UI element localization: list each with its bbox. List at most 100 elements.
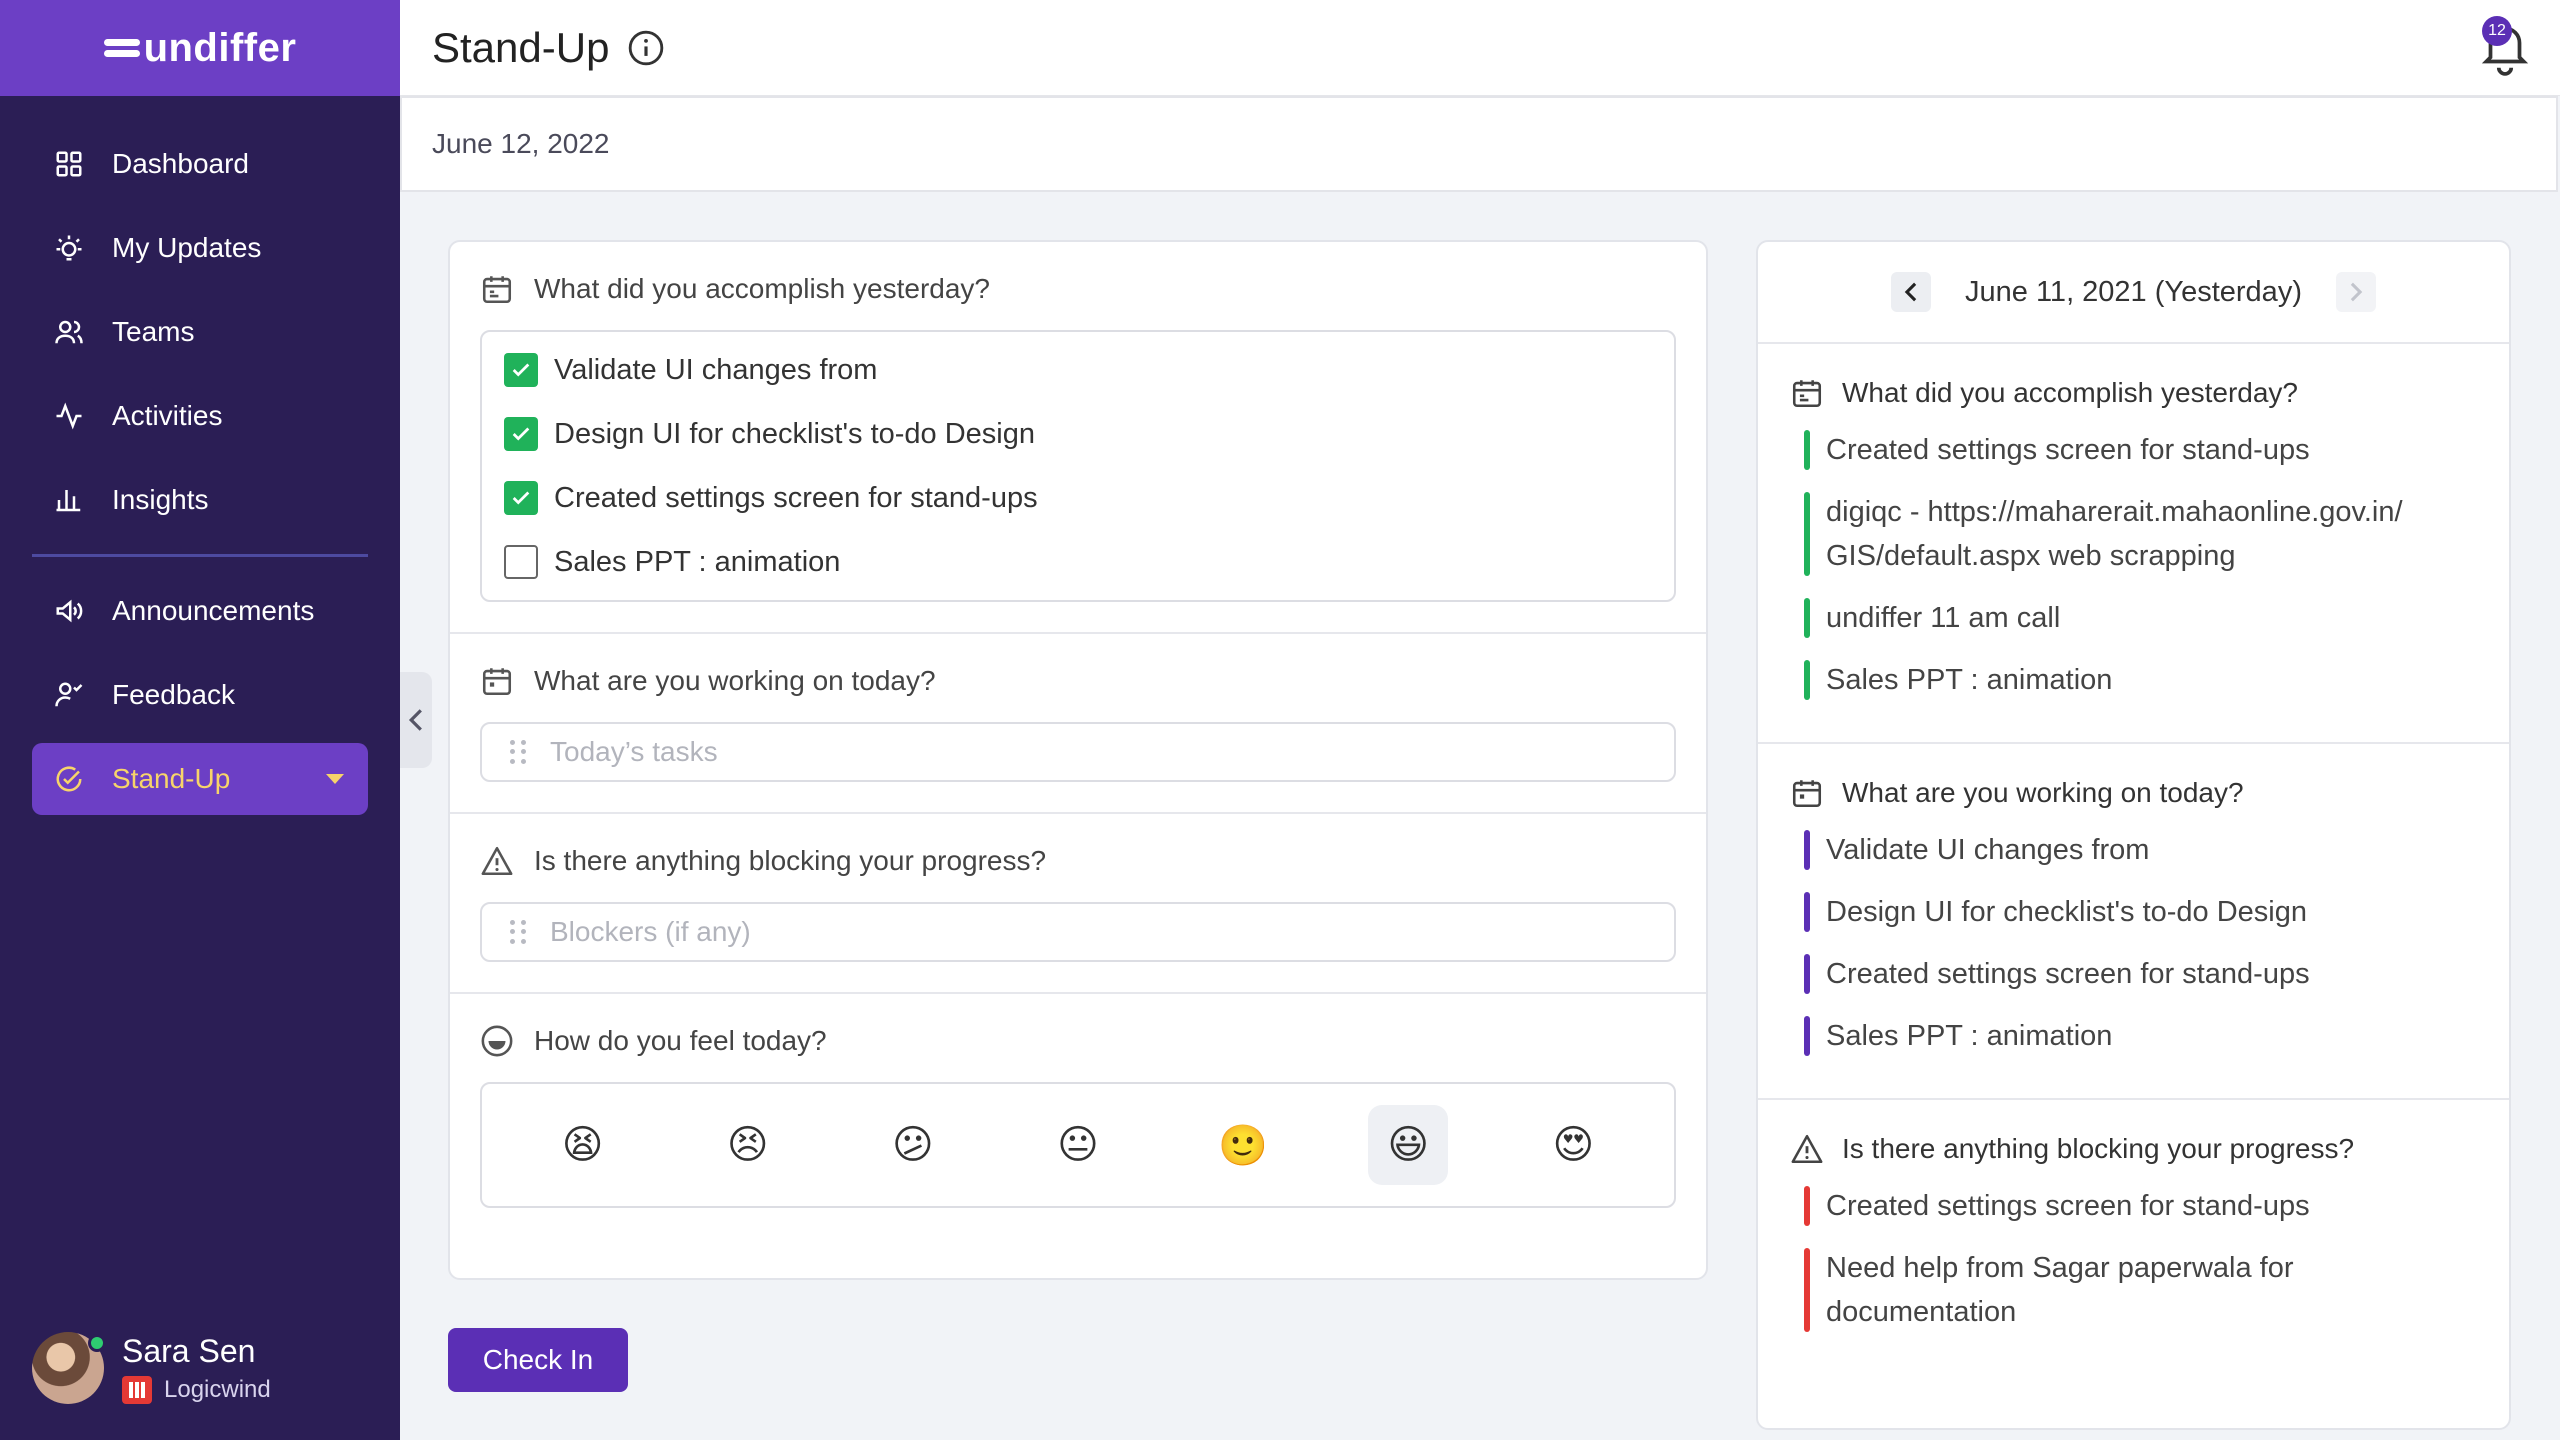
checkbox-unchecked[interactable] bbox=[504, 545, 538, 579]
info-icon[interactable] bbox=[627, 29, 665, 67]
question-label: Is there anything blocking your progress… bbox=[534, 845, 1047, 876]
checklist-item[interactable]: Design UI for checklist's to-do Design bbox=[504, 402, 1652, 466]
sidebar-item-announcements[interactable]: Announcements bbox=[32, 575, 368, 647]
history-item: Validate UI changes from bbox=[1790, 828, 2477, 872]
check-in-button[interactable]: Check In bbox=[448, 1328, 628, 1392]
yesterday-checklist: Validate UI changes from Design UI for c… bbox=[480, 330, 1676, 602]
bar-chart-icon bbox=[52, 483, 86, 517]
sidebar-item-label: Insights bbox=[112, 484, 209, 515]
drag-handle-icon[interactable] bbox=[510, 920, 526, 944]
mood-option[interactable]: 😐 bbox=[1038, 1105, 1118, 1185]
mood-option[interactable]: 😍 bbox=[1533, 1105, 1613, 1185]
question-blockers: Is there anything blocking your progress… bbox=[480, 844, 1676, 878]
calendar-icon bbox=[482, 276, 512, 304]
drag-handle-icon[interactable] bbox=[510, 740, 526, 764]
user-org: Logicwind bbox=[122, 1375, 271, 1404]
checklist-item[interactable]: Sales PPT : animation bbox=[504, 530, 1652, 594]
user-profile[interactable]: Sara Sen Logicwind bbox=[32, 1332, 271, 1404]
checklist-item[interactable]: Created settings screen for stand-ups bbox=[504, 466, 1652, 530]
checklist-item-label: Sales PPT : animation bbox=[554, 545, 841, 578]
sidebar-item-activities[interactable]: Activities bbox=[32, 380, 368, 452]
history-item: Design UI for checklist's to-do Design bbox=[1790, 890, 2477, 934]
chevron-right-icon bbox=[2350, 282, 2363, 302]
user-info: Sara Sen Logicwind bbox=[122, 1333, 271, 1404]
checklist-item[interactable]: Validate UI changes from bbox=[504, 338, 1652, 402]
next-day-button[interactable] bbox=[2335, 272, 2376, 312]
sidebar-item-label: Teams bbox=[112, 316, 195, 347]
history-item: Sales PPT : animation bbox=[1790, 658, 2477, 702]
checklist-item-label: Validate UI changes from bbox=[554, 353, 878, 386]
history-question-label: What did you accomplish yesterday? bbox=[1842, 377, 2298, 408]
question-today: What are you working on today? bbox=[480, 664, 1676, 698]
mood-option[interactable]: 😣 bbox=[708, 1105, 788, 1185]
history-item: digiqc - https://maharerait.mahaonline.g… bbox=[1790, 490, 2477, 578]
question-label: What did you accomplish yesterday? bbox=[534, 273, 990, 304]
chevron-left-icon bbox=[1904, 282, 1917, 302]
blockers-input[interactable]: Blockers (if any) bbox=[480, 902, 1676, 962]
history-question: What did you accomplish yesterday? bbox=[1790, 376, 2477, 410]
topbar: Stand-Up 12 bbox=[400, 0, 2560, 96]
sidebar-item-label: Feedback bbox=[112, 679, 235, 710]
bulb-icon bbox=[52, 231, 86, 265]
logo-mark-icon bbox=[103, 37, 140, 59]
grid-icon bbox=[52, 147, 86, 181]
sidebar-item-label: Dashboard bbox=[112, 148, 249, 179]
sidebar-item-stand-up[interactable]: Stand-Up bbox=[32, 743, 368, 815]
megaphone-icon bbox=[52, 594, 86, 628]
blockers-placeholder: Blockers (if any) bbox=[550, 916, 751, 947]
online-status-icon bbox=[88, 1334, 106, 1352]
activity-icon bbox=[52, 399, 86, 433]
question-feel: How do you feel today? bbox=[480, 1024, 1676, 1058]
user-name: Sara Sen bbox=[122, 1332, 256, 1369]
history-question: Is there anything blocking your progress… bbox=[1790, 1132, 2477, 1166]
history-question-label: Is there anything blocking your progress… bbox=[1842, 1133, 2355, 1164]
smile-icon bbox=[481, 1025, 513, 1057]
sidebar-item-my-updates[interactable]: My Updates bbox=[32, 212, 368, 284]
calendar-icon bbox=[1792, 380, 1822, 408]
org-logo-icon bbox=[122, 1375, 152, 1404]
mood-option[interactable]: 😫 bbox=[543, 1105, 623, 1185]
brand-logo[interactable]: undiffer bbox=[0, 0, 400, 96]
check-circle-icon bbox=[52, 762, 86, 796]
warning-icon bbox=[1791, 1134, 1823, 1164]
caret-down-icon[interactable] bbox=[326, 774, 344, 784]
section-blockers: Is there anything blocking your progress… bbox=[450, 814, 1706, 994]
today-tasks-input[interactable]: Today’s tasks bbox=[480, 722, 1676, 782]
sidebar-nav: Dashboard My Updates Teams Activities In… bbox=[0, 96, 400, 815]
checkbox-checked[interactable] bbox=[504, 417, 538, 451]
prev-day-button[interactable] bbox=[1891, 272, 1932, 312]
history-question: What are you working on today? bbox=[1790, 776, 2477, 810]
checklist-item-label: Design UI for checklist's to-do Design bbox=[554, 417, 1036, 450]
users-icon bbox=[52, 315, 86, 349]
checkbox-checked[interactable] bbox=[504, 353, 538, 387]
chevron-left-icon bbox=[408, 709, 422, 731]
history-item: Need help from Sagar paperwala for docum… bbox=[1790, 1246, 2477, 1334]
brand-name: undiffer bbox=[143, 25, 297, 70]
history-item: undiffer 11 am call bbox=[1790, 596, 2477, 640]
checkbox-checked[interactable] bbox=[504, 481, 538, 515]
calendar-icon bbox=[482, 668, 512, 696]
history-yesterday: What did you accomplish yesterday? Creat… bbox=[1758, 344, 2509, 744]
sidebar-item-dashboard[interactable]: Dashboard bbox=[32, 128, 368, 200]
notification-badge: 12 bbox=[2482, 16, 2512, 46]
sidebar-item-teams[interactable]: Teams bbox=[32, 296, 368, 368]
sidebar-collapse-button[interactable] bbox=[400, 672, 432, 768]
question-label: How do you feel today? bbox=[534, 1025, 827, 1056]
standup-form: What did you accomplish yesterday? Valid… bbox=[448, 240, 1708, 1280]
history-panel: June 11, 2021 (Yesterday) What did you a… bbox=[1756, 240, 2511, 1430]
check-icon bbox=[512, 427, 530, 441]
today-tasks-placeholder: Today’s tasks bbox=[550, 736, 718, 767]
sidebar-item-feedback[interactable]: Feedback bbox=[32, 659, 368, 731]
mood-option-selected[interactable]: 😃 bbox=[1368, 1105, 1449, 1185]
mood-option[interactable]: 😕 bbox=[873, 1105, 953, 1185]
date-label: June 12, 2022 bbox=[400, 96, 2558, 192]
section-mood: How do you feel today? 😫 😣 😕 😐 🙂 😃 😍 bbox=[450, 994, 1706, 1238]
feedback-icon bbox=[52, 678, 86, 712]
sidebar-item-insights[interactable]: Insights bbox=[32, 464, 368, 536]
section-yesterday: What did you accomplish yesterday? Valid… bbox=[450, 242, 1706, 634]
mood-option[interactable]: 🙂 bbox=[1203, 1105, 1283, 1185]
sidebar-item-label: Announcements bbox=[112, 595, 315, 626]
section-today: What are you working on today? Today’s t… bbox=[450, 634, 1706, 814]
mood-selector: 😫 😣 😕 😐 🙂 😃 😍 bbox=[480, 1082, 1676, 1208]
calendar-icon bbox=[1792, 780, 1822, 808]
